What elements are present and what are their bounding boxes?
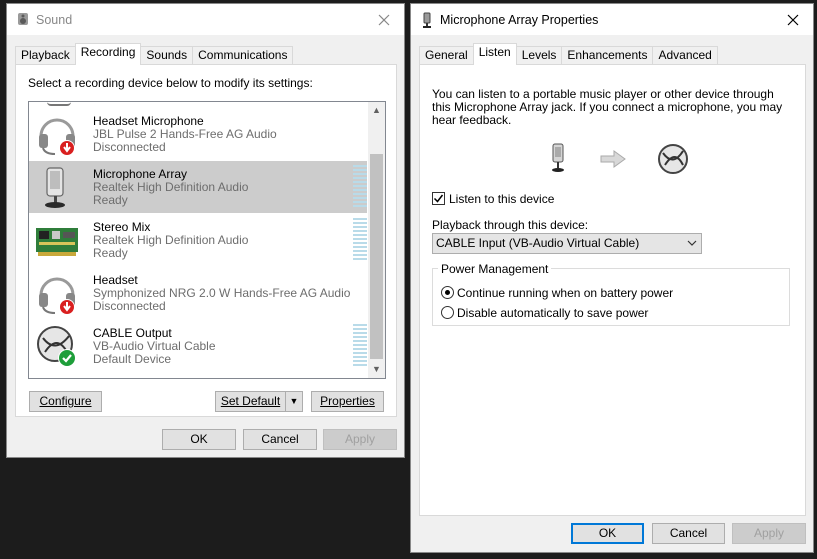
sound-card-icon [35, 218, 79, 262]
set-default-label: Set Default [220, 394, 281, 408]
close-icon [787, 14, 799, 25]
playback-device-select[interactable]: CABLE Input (VB-Audio Virtual Cable) [432, 233, 702, 254]
device-driver: Realtek High Definition Audio [93, 233, 249, 247]
device-status: Ready [93, 246, 128, 260]
device-name: Headset Microphone [93, 114, 204, 128]
recording-instruction: Select a recording device below to modif… [28, 76, 313, 90]
device-status: Default Device [93, 352, 172, 366]
set-default-dropdown[interactable]: ▼ [285, 391, 303, 412]
level-meter [353, 165, 367, 209]
disable-automatically-radio[interactable] [441, 306, 454, 319]
device-list-scrollbar[interactable]: ▲ ▼ [368, 102, 385, 378]
device-status: Ready [93, 193, 128, 207]
sound-apply-button[interactable]: Apply [323, 429, 397, 450]
listen-panel: You can listen to a portable music playe… [419, 64, 806, 516]
tab-advanced[interactable]: Advanced [652, 46, 718, 64]
properties-cancel-button[interactable]: Cancel [652, 523, 725, 544]
sound-titlebar[interactable]: Sound [7, 4, 404, 35]
properties-apply-button[interactable]: Apply [732, 523, 806, 544]
level-meter [353, 324, 367, 368]
device-driver: Symphonized NRG 2.0 W Hands-Free AG Audi… [93, 286, 351, 300]
properties-window: Microphone Array Properties General List… [410, 3, 814, 553]
list-item-partial [47, 102, 71, 106]
configure-button[interactable]: Configure [29, 391, 102, 412]
tab-sounds[interactable]: Sounds [140, 46, 194, 64]
playback-device-value: CABLE Input (VB-Audio Virtual Cable) [436, 236, 640, 250]
device-driver: Realtek High Definition Audio [93, 180, 249, 194]
list-item[interactable]: Microphone Array Realtek High Definition… [29, 161, 367, 213]
close-icon [378, 14, 390, 25]
properties-titlebar[interactable]: Microphone Array Properties [411, 4, 813, 35]
disable-automatically-label[interactable]: Disable automatically to save power [457, 306, 648, 320]
listen-checkbox[interactable] [432, 192, 445, 205]
list-item[interactable]: Headset Microphone JBL Pulse 2 Hands-Fre… [29, 108, 367, 160]
checkmark-icon [433, 194, 444, 203]
sound-title: Sound [36, 13, 73, 27]
listen-description: You can listen to a portable music playe… [432, 87, 783, 127]
properties-label: Properties [320, 394, 375, 408]
properties-button[interactable]: Properties [311, 391, 384, 412]
sound-tabs: Playback Recording Sounds Communications [15, 43, 294, 65]
list-item[interactable]: Headset Symphonized NRG 2.0 W Hands-Free… [29, 267, 367, 319]
speaker-icon [16, 12, 30, 29]
tab-general[interactable]: General [419, 46, 474, 64]
properties-ok-button[interactable]: OK [571, 523, 644, 544]
device-status: Disconnected [93, 299, 166, 313]
scroll-up-icon[interactable]: ▲ [368, 102, 385, 119]
power-management-label: Power Management [438, 262, 552, 276]
recording-panel: Select a recording device below to modif… [15, 64, 397, 417]
arrow-right-icon [600, 150, 626, 171]
tab-recording[interactable]: Recording [74, 43, 142, 65]
tab-playback[interactable]: Playback [15, 46, 76, 64]
tab-communications[interactable]: Communications [192, 46, 294, 64]
set-default-button[interactable]: Set Default [215, 391, 286, 412]
chevron-down-icon: ▼ [289, 396, 299, 406]
continue-running-radio[interactable] [441, 286, 454, 299]
speaker-device-icon [657, 143, 689, 178]
sound-window: Sound Playback Recording Sounds Communic… [6, 3, 405, 458]
continue-running-label[interactable]: Continue running when on battery power [457, 286, 673, 300]
device-driver: JBL Pulse 2 Hands-Free AG Audio [93, 127, 277, 141]
tab-levels[interactable]: Levels [515, 46, 563, 64]
microphone-icon [35, 165, 79, 209]
microphone-icon [547, 143, 569, 178]
cable-default-icon [35, 324, 79, 368]
level-meter [353, 218, 367, 262]
sound-close-button[interactable] [364, 4, 404, 35]
headset-disconnected-icon [35, 271, 79, 315]
device-name: Microphone Array [93, 167, 188, 181]
list-item[interactable]: CABLE Output VB-Audio Virtual Cable Defa… [29, 320, 367, 372]
tab-enhancements[interactable]: Enhancements [561, 46, 654, 64]
scrollbar-thumb[interactable] [370, 154, 383, 359]
chevron-down-icon [687, 234, 697, 259]
configure-label: Configure [39, 394, 92, 408]
microphone-icon [420, 12, 434, 31]
device-driver: VB-Audio Virtual Cable [93, 339, 216, 353]
device-name: Headset [93, 273, 138, 287]
recording-device-list[interactable]: Headset Microphone JBL Pulse 2 Hands-Fre… [28, 101, 386, 379]
sound-cancel-button[interactable]: Cancel [243, 429, 317, 450]
list-item[interactable]: Stereo Mix Realtek High Definition Audio… [29, 214, 367, 266]
properties-tabs: General Listen Levels Enhancements Advan… [419, 43, 718, 65]
headset-disconnected-icon [35, 112, 79, 156]
scroll-down-icon[interactable]: ▼ [368, 361, 385, 378]
device-name: Stereo Mix [93, 220, 151, 234]
playback-label: Playback through this device: [432, 218, 589, 232]
properties-close-button[interactable] [773, 4, 813, 35]
tab-listen[interactable]: Listen [472, 43, 517, 65]
listen-label[interactable]: Listen to this device [449, 192, 554, 206]
sound-ok-button[interactable]: OK [162, 429, 236, 450]
device-status: Disconnected [93, 140, 166, 154]
device-name: CABLE Output [93, 326, 172, 340]
properties-title: Microphone Array Properties [440, 13, 599, 27]
